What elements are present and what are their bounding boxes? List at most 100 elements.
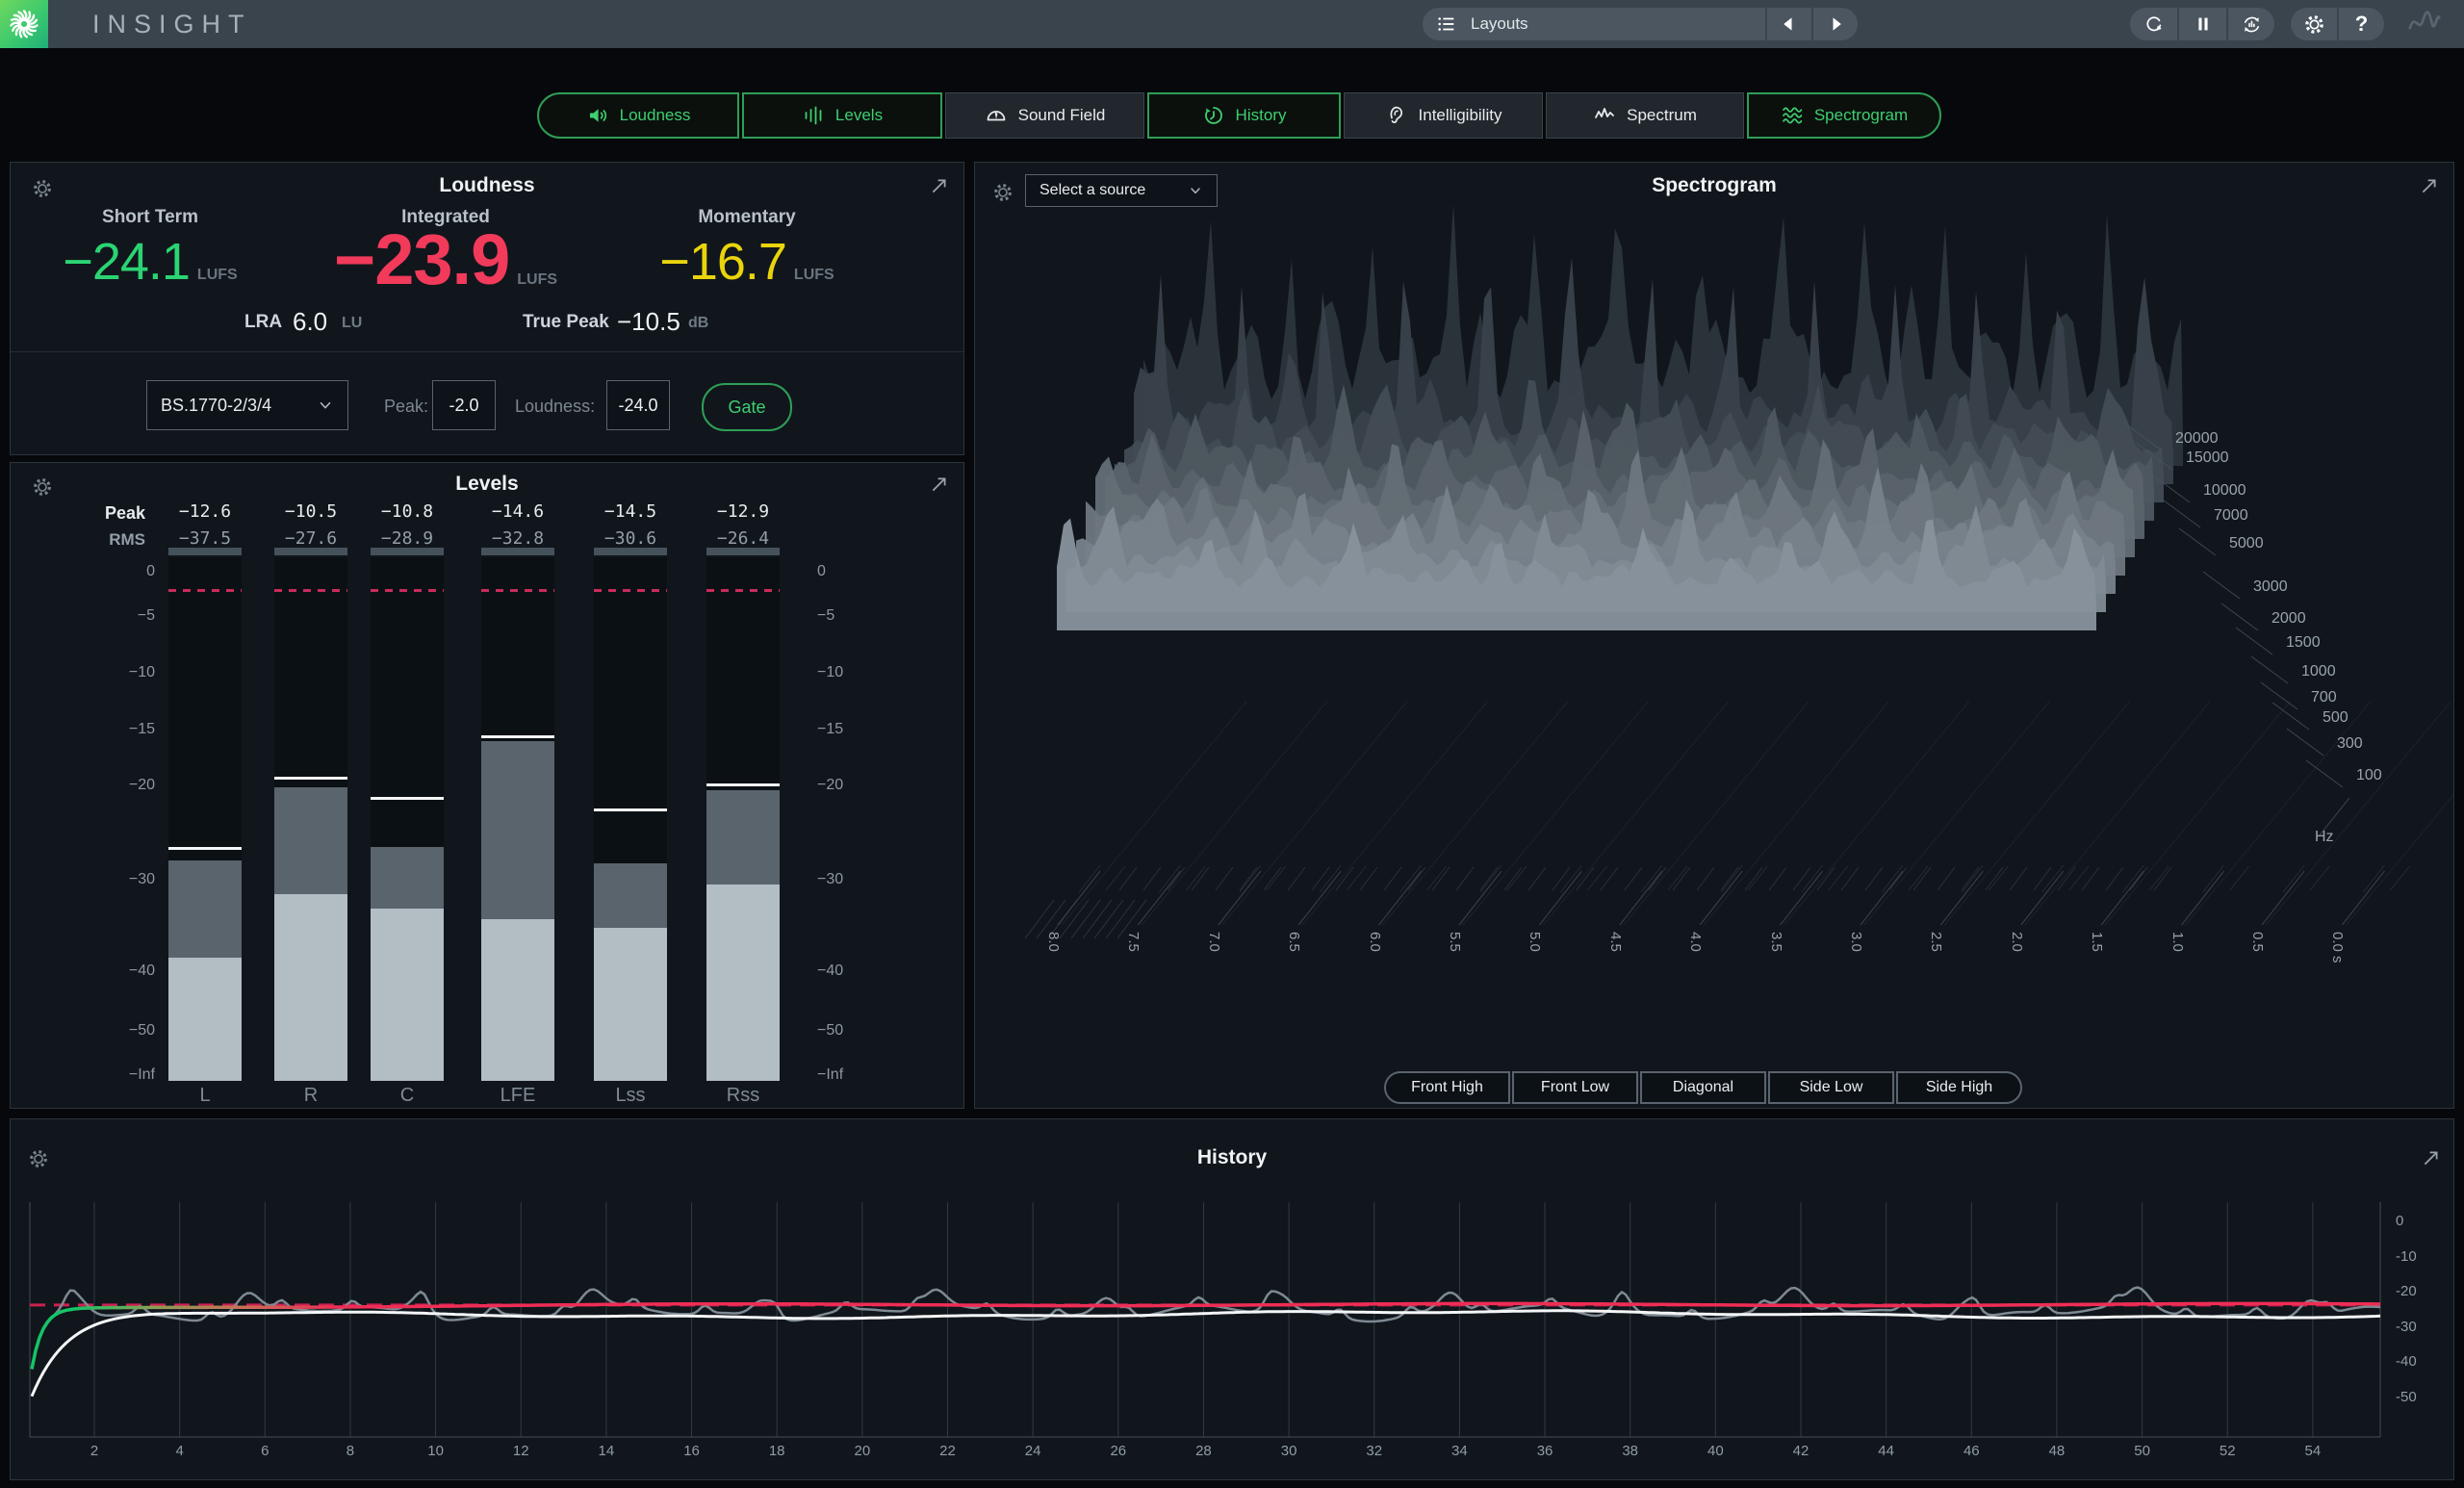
tri-left-icon: [1780, 14, 1799, 34]
spectrogram-3d-view[interactable]: [975, 163, 2453, 1108]
threshold-dashed-line: [371, 589, 444, 592]
levels-scale-label-right: −40: [817, 962, 843, 980]
levels-scale-label-left: −10: [11, 664, 155, 681]
tab-sound-field[interactable]: Sound Field: [945, 92, 1144, 139]
history-x-label-18: 18: [769, 1443, 785, 1459]
meter-Rss: [706, 557, 780, 1081]
true-peak-value: −10.5: [617, 307, 680, 337]
view-button-front-low[interactable]: Front Low: [1512, 1071, 1638, 1104]
rms-row-label: RMS: [11, 530, 145, 550]
levels-scale-label-right: −30: [817, 871, 843, 888]
view-button-side-high[interactable]: Side High: [1896, 1071, 2022, 1104]
tab-label: Intelligibility: [1419, 106, 1502, 125]
history-y-label--10: -10: [2396, 1248, 2417, 1265]
tab-spectrum[interactable]: Spectrum: [1546, 92, 1744, 139]
time-label-4.0: 4.0: [1687, 932, 1704, 952]
history-chart[interactable]: [11, 1119, 2453, 1479]
channel-label-Lss: Lss: [615, 1085, 645, 1107]
history-x-label-6: 6: [261, 1443, 269, 1459]
layout-prev-button[interactable]: [1767, 8, 1811, 40]
settings-controls: ?: [2291, 8, 2384, 40]
freq-label-10000: 10000: [2203, 482, 2246, 500]
gear-icon: [2303, 13, 2325, 36]
meter-Lss: [594, 557, 667, 1081]
history-panel: History 24681012141618202224262830323436…: [10, 1118, 2454, 1480]
reset-meters-button[interactable]: [2228, 8, 2274, 40]
tab-levels[interactable]: Levels: [742, 92, 942, 139]
meter-avg-fill: [706, 790, 780, 885]
swirl-logo-icon: [6, 6, 42, 42]
freq-label-500: 500: [2323, 709, 2348, 727]
tab-spectrogram[interactable]: Spectrogram: [1747, 92, 1941, 139]
tab-history[interactable]: History: [1147, 92, 1341, 139]
meter-avg-fill: [481, 741, 554, 919]
history-y-label--20: -20: [2396, 1283, 2417, 1299]
levels-expand-icon[interactable]: [929, 475, 949, 495]
rms-value-LFE: −32.8: [492, 528, 544, 549]
help-button[interactable]: ?: [2339, 8, 2384, 40]
meter-rms-fill: [371, 909, 444, 1081]
channel-label-L: L: [199, 1085, 210, 1107]
history-x-label-8: 8: [346, 1443, 354, 1459]
time-label-7.0: 7.0: [1206, 932, 1222, 952]
channel-label-Rss: Rss: [727, 1085, 759, 1107]
meter-rms-fill: [168, 958, 242, 1081]
loudness-standard-dropdown[interactable]: BS.1770-2/3/4: [146, 380, 348, 430]
gate-button[interactable]: Gate: [702, 383, 792, 431]
history-x-label-30: 30: [1281, 1443, 1297, 1459]
layouts-menu-button[interactable]: [1423, 8, 1471, 40]
lra-label: LRA: [244, 312, 282, 333]
history-x-label-46: 46: [1964, 1443, 1980, 1459]
meter-rms-fill: [274, 894, 347, 1081]
history-x-label-20: 20: [855, 1443, 871, 1459]
layouts-selector[interactable]: Layouts: [1471, 8, 1765, 40]
view-button-diagonal[interactable]: Diagonal: [1640, 1071, 1766, 1104]
time-label-0.5: 0.5: [2249, 932, 2266, 952]
meter-L: [168, 557, 242, 1081]
levels-scale-label-right: −10: [817, 664, 843, 681]
tri-right-icon: [1826, 14, 1845, 34]
meter-peak-hold-line: [481, 735, 554, 738]
view-button-front-high[interactable]: Front High: [1384, 1071, 1510, 1104]
threshold-dashed-line: [168, 589, 242, 592]
meter-rms-fill: [706, 885, 780, 1081]
time-label-3.0: 3.0: [1848, 932, 1864, 952]
history-loop-button[interactable]: [2130, 8, 2177, 40]
freq-label-15000: 15000: [2186, 449, 2229, 467]
history-icon: [1202, 104, 1225, 127]
channel-label-R: R: [304, 1085, 318, 1107]
layouts-label: Layouts: [1471, 14, 1528, 34]
momentary-label: Momentary: [698, 207, 795, 228]
peak-value-R: −10.5: [285, 501, 337, 522]
loudness-expand-icon[interactable]: [929, 176, 949, 196]
spectrogram-panel: Select a source Spectrogram 200001500010…: [974, 162, 2454, 1109]
rms-value-R: −27.6: [285, 528, 337, 549]
loudness-panel-title: Loudness: [11, 174, 963, 197]
layout-next-button[interactable]: [1813, 8, 1858, 40]
levels-scale-label-left: −15: [11, 721, 155, 738]
rms-value-Rss: −26.4: [717, 528, 769, 549]
history-x-label-2: 2: [90, 1443, 98, 1459]
meter-avg-fill: [274, 787, 347, 894]
history-x-label-36: 36: [1537, 1443, 1553, 1459]
view-button-side-low[interactable]: Side Low: [1768, 1071, 1894, 1104]
rms-value-C: −28.9: [381, 528, 433, 549]
peak-target-label: Peak:: [384, 397, 428, 417]
peak-target-input[interactable]: -2.0: [432, 380, 496, 430]
meter-peak-hold-line: [706, 783, 780, 786]
levels-scale-label-right: −50: [817, 1022, 843, 1039]
layouts-control: Layouts: [1423, 8, 1858, 40]
meter-R: [274, 557, 347, 1081]
pause-button[interactable]: [2179, 8, 2226, 40]
loudness-panel: Loudness Short Term Integrated Momentary…: [10, 162, 964, 455]
levels-scale-label-left: 0: [11, 563, 155, 580]
levels-scale-label-left: −30: [11, 871, 155, 888]
settings-button[interactable]: [2291, 8, 2337, 40]
loudness-target-input[interactable]: -24.0: [606, 380, 670, 430]
expand-icon: [929, 475, 949, 495]
levels-scale-label-left: −20: [11, 777, 155, 794]
tab-loudness[interactable]: Loudness: [537, 92, 739, 139]
meter-peak-hold-line: [594, 808, 667, 811]
tab-intelligibility[interactable]: Intelligibility: [1344, 92, 1543, 139]
history-x-label-42: 42: [1793, 1443, 1810, 1459]
